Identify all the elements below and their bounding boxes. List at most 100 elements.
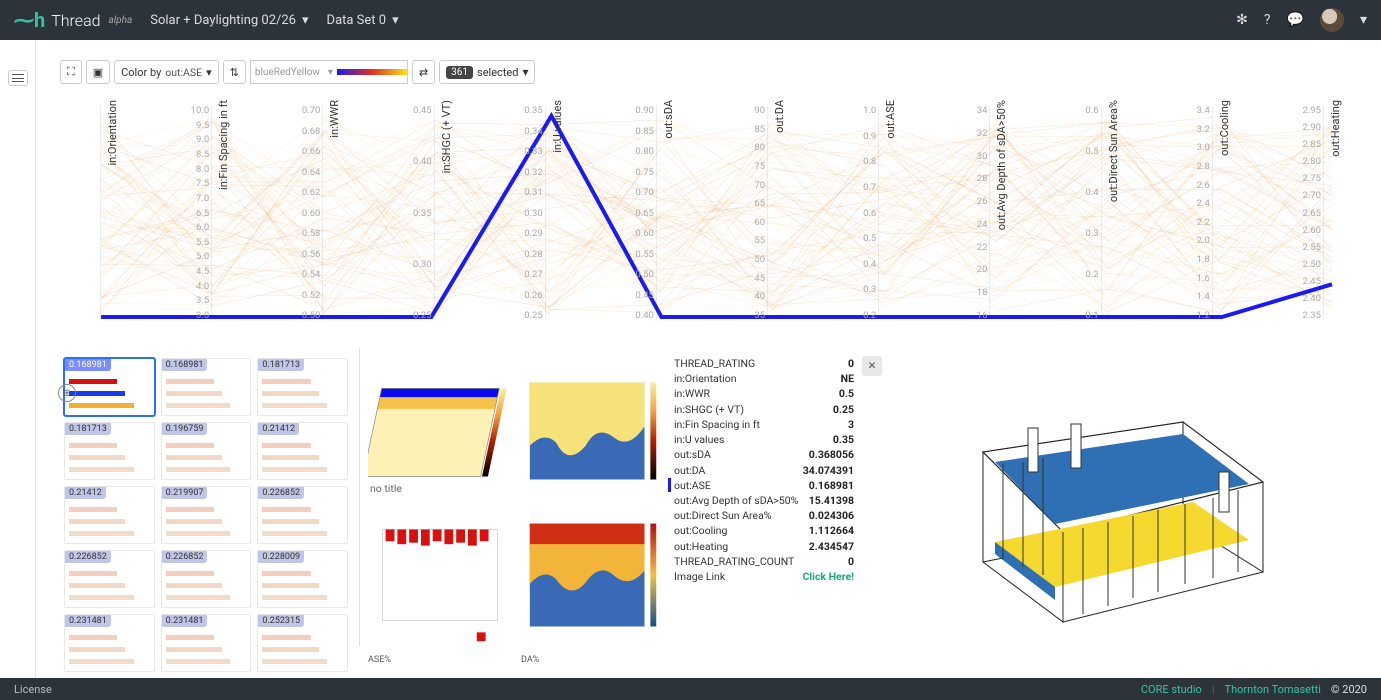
logo-icon: ⁓h xyxy=(14,8,45,32)
result-thumbnail[interactable]: 0.168981 xyxy=(64,358,155,416)
dataset-dropdown[interactable]: Data Set 0▾ xyxy=(327,13,399,28)
pc-tick: 2.70 xyxy=(1291,191,1321,201)
pc-tick: 0.40 xyxy=(402,157,432,167)
pc-axis-label: in:Orientation xyxy=(106,100,119,166)
thumb-value: 0.252315 xyxy=(258,615,304,627)
gradient-dropdown[interactable]: blueRedYellow▾ xyxy=(250,60,408,84)
project-dropdown[interactable]: Solar + Daylighting 02/26▾ xyxy=(150,13,308,28)
pc-tick: 0.7 xyxy=(846,183,876,193)
result-thumbnail[interactable]: 0.226852 xyxy=(257,486,348,544)
pc-axis-label: in:Fin Spacing in ft xyxy=(217,100,230,190)
avatar[interactable] xyxy=(1320,8,1344,32)
chevron-down-icon[interactable]: ▾ xyxy=(1360,12,1367,28)
pc-tick: 2.8 xyxy=(1180,162,1210,172)
pc-tick: 0.33 xyxy=(513,147,543,157)
detail-row: out:ASE0.168981 xyxy=(674,478,854,493)
pc-axis[interactable]: out:Cooling3.43.23.02.82.62.42.22.01.81.… xyxy=(1212,96,1213,329)
pc-tick: 0.30 xyxy=(402,260,432,270)
result-thumbnail[interactable]: 0.252315 xyxy=(257,614,348,672)
snowflake-icon[interactable]: ✻ xyxy=(1236,12,1248,28)
pan-icon[interactable]: ⊕ xyxy=(58,384,76,402)
pc-tick: 0.90 xyxy=(624,106,654,116)
pc-tick: 50 xyxy=(735,255,765,265)
pc-axis[interactable]: in:WWR0.700.680.660.640.620.600.580.560.… xyxy=(322,96,323,329)
tt-link[interactable]: Thornton Tomasetti xyxy=(1225,683,1321,696)
pc-axis[interactable]: out:ASE1.00.90.80.70.60.50.40.30.2 xyxy=(878,96,879,329)
sda-heatmap xyxy=(368,356,515,506)
pc-axis[interactable]: out:Heating2.952.902.852.802.752.702.652… xyxy=(1323,96,1324,329)
pc-axis[interactable]: out:Avg Depth of sDA>50%3432302826242220… xyxy=(989,96,990,329)
ase-plot: ASE% xyxy=(368,503,515,665)
pc-tick: 20 xyxy=(957,265,987,275)
detail-row: THREAD_RATING0 xyxy=(674,356,854,371)
pc-tick: 2.0 xyxy=(1180,236,1210,246)
chart-toolbar: ⛶ ▣ Color by out:ASE ▾ ⇅ blueRedYellow▾ … xyxy=(60,60,535,84)
result-thumbnail[interactable]: 0.168981 xyxy=(161,358,252,416)
result-thumbnail[interactable]: 0.196759 xyxy=(161,422,252,480)
detail-key: THREAD_RATING_COUNT xyxy=(674,554,848,569)
detail-key: in:Fin Spacing in ft xyxy=(674,417,848,432)
pc-axis[interactable]: in:U values0.350.340.330.320.310.300.290… xyxy=(545,96,546,329)
result-thumbnail[interactable]: 0.181713 xyxy=(257,358,348,416)
colorby-dropdown[interactable]: Color by out:ASE ▾ xyxy=(114,60,219,84)
pc-tick: 0.50 xyxy=(290,311,320,321)
result-thumbnail[interactable]: 0.226852 xyxy=(161,550,252,608)
pc-axis-label: in:WWR xyxy=(328,100,341,138)
pc-tick: 9.0 xyxy=(179,135,209,145)
pc-tick: 2.60 xyxy=(1291,226,1321,236)
pc-tick: 26 xyxy=(957,197,987,207)
pc-axis[interactable]: in:Orientation xyxy=(100,96,101,329)
pc-tick: 0.85 xyxy=(624,127,654,137)
sort-button[interactable]: ⇅ xyxy=(223,60,246,84)
pc-axis[interactable]: in:SHGC (+ VT)0.450.400.350.300.25 xyxy=(434,96,435,329)
thumb-value: 0.231481 xyxy=(65,615,111,627)
pc-axis[interactable]: in:Fin Spacing in ft10.09.59.08.58.07.57… xyxy=(211,96,212,329)
da-label: DA% xyxy=(521,655,668,665)
pc-axis-label: out:Avg Depth of sDA>50% xyxy=(995,100,1008,230)
panel-divider[interactable] xyxy=(356,348,364,676)
pc-tick: 80 xyxy=(735,143,765,153)
studio-link[interactable]: CORE studio xyxy=(1141,683,1202,696)
result-thumbnail[interactable]: 0.181713 xyxy=(64,422,155,480)
pc-tick: 0.55 xyxy=(624,250,654,260)
help-icon[interactable]: ? xyxy=(1264,12,1271,28)
pc-tick: 2.65 xyxy=(1291,209,1321,219)
app-badge: alpha xyxy=(109,15,133,26)
3d-viewer[interactable] xyxy=(860,356,1365,668)
result-thumbnail[interactable]: 0.219907 xyxy=(161,486,252,544)
result-thumbnail[interactable]: 0.21412 xyxy=(64,486,155,544)
pc-tick: 0.5 xyxy=(846,234,876,244)
result-thumbnail[interactable]: 0.231481 xyxy=(161,614,252,672)
result-thumbnail[interactable]: 0.228009 xyxy=(257,550,348,608)
layout-button[interactable]: ▣ xyxy=(86,60,110,84)
pc-tick: 0.25 xyxy=(402,311,432,321)
dataset-name: Data Set 0 xyxy=(327,13,387,28)
pc-tick: 30 xyxy=(957,152,987,162)
parallel-coords-chart[interactable]: in:Orientationin:Fin Spacing in ft10.09.… xyxy=(60,95,1363,330)
detail-key: in:Orientation xyxy=(674,371,841,386)
pc-axis[interactable]: out:sDA0.900.850.800.750.700.650.600.550… xyxy=(656,96,657,329)
header-right: ✻ ? 💬 ▾ xyxy=(1236,8,1367,32)
pc-axis-label: in:U values xyxy=(551,100,564,153)
detail-link[interactable]: Click Here! xyxy=(803,569,854,584)
pc-axis[interactable]: out:DA908580757065605550454035 xyxy=(767,96,768,329)
result-thumbnail[interactable]: 0.226852 xyxy=(64,550,155,608)
fullscreen-button[interactable]: ⛶ xyxy=(60,60,82,84)
hamburger-button[interactable] xyxy=(8,70,28,86)
license-link[interactable]: License xyxy=(14,683,52,696)
pc-tick: 2.2 xyxy=(1180,218,1210,228)
swap-axes-button[interactable]: ⇄ xyxy=(412,60,435,84)
result-thumbnail[interactable]: 0.21412 xyxy=(257,422,348,480)
pc-axis[interactable]: out:Direct Sun Area%0.60.50.40.30.20.1 xyxy=(1101,96,1102,329)
chat-icon[interactable]: 💬 xyxy=(1287,12,1304,28)
app-footer: License CORE studio | Thornton Tomasetti… xyxy=(0,678,1381,700)
selected-count-dropdown[interactable]: 361 selected ▾ xyxy=(439,60,535,84)
pc-tick: 32 xyxy=(957,129,987,139)
pc-axis-label: out:DA xyxy=(773,100,786,133)
pc-tick: 7.5 xyxy=(179,179,209,189)
pc-tick: 0.45 xyxy=(402,106,432,116)
pc-tick: 10.0 xyxy=(179,106,209,116)
detail-row: out:sDA0.368056 xyxy=(674,447,854,462)
close-details-button[interactable]: ✕ xyxy=(862,356,882,376)
result-thumbnail[interactable]: 0.231481 xyxy=(64,614,155,672)
